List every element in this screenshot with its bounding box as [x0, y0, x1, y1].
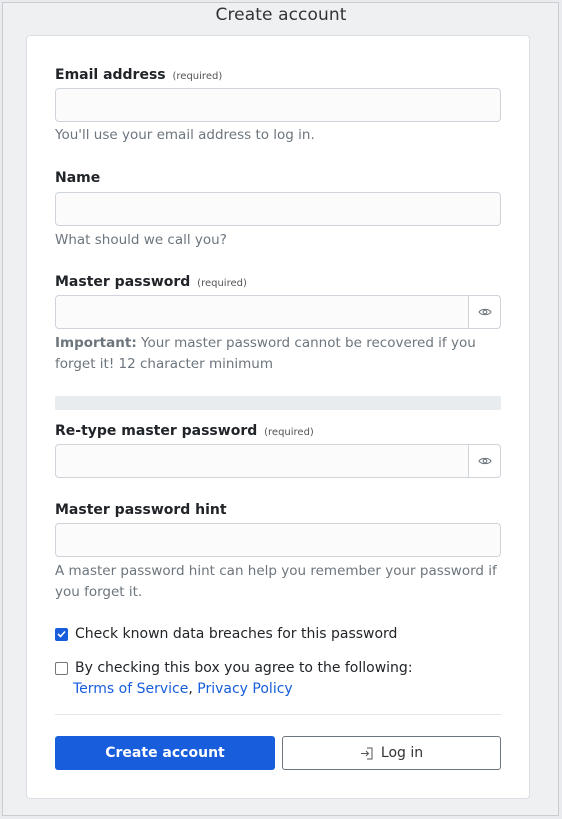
eye-icon [477, 457, 492, 465]
breach-check-row[interactable]: Check known data breaches for this passw… [55, 626, 397, 642]
retype-password-required-note: (required) [264, 427, 314, 438]
breach-check-checkbox[interactable] [55, 627, 68, 641]
master-password-label-text: Master password [55, 274, 191, 290]
master-password-required-note: (required) [197, 278, 247, 289]
email-help-text: You'll use your email address to log in. [55, 127, 315, 143]
master-password-label: Master password (required) [55, 274, 247, 290]
eye-icon [477, 308, 492, 316]
password-hint-field[interactable] [55, 523, 501, 557]
password-hint-label: Master password hint [55, 502, 227, 518]
toggle-retype-password-visibility-button[interactable] [468, 444, 501, 478]
create-account-card: Email address (required) You'll use your… [26, 35, 530, 799]
toggle-master-password-visibility-button[interactable] [468, 295, 501, 329]
email-field[interactable] [55, 88, 501, 122]
password-strength-meter [55, 396, 501, 410]
window-title: Create account [215, 5, 347, 25]
create-account-button-label: Create account [105, 745, 225, 761]
email-label: Email address (required) [55, 67, 222, 83]
terms-of-service-link[interactable]: Terms of Service [73, 681, 188, 697]
log-in-button-label: Log in [380, 745, 424, 761]
retype-password-label-text: Re-type master password [55, 423, 258, 439]
name-label-text: Name [55, 170, 101, 186]
password-hint-label-text: Master password hint [55, 502, 227, 518]
retype-password-field[interactable] [55, 444, 469, 478]
master-password-field[interactable] [55, 295, 469, 329]
password-hint-help-text: A master password hint can help you reme… [55, 563, 497, 600]
master-password-help-strong: Important: [55, 335, 137, 351]
terms-label: By checking this box you agree to the fo… [75, 660, 413, 676]
name-help-text: What should we call you? [55, 232, 227, 248]
terms-separator: , [188, 681, 193, 697]
name-label: Name [55, 170, 100, 186]
divider [55, 714, 501, 715]
terms-checkbox[interactable] [55, 661, 68, 675]
log-in-button[interactable]: Log in [282, 736, 501, 770]
master-password-help-text: Important: Your master password cannot b… [55, 333, 505, 375]
checkmark-icon [57, 630, 66, 638]
name-field[interactable] [55, 192, 501, 226]
email-label-text: Email address [55, 67, 166, 83]
create-account-button[interactable]: Create account [55, 736, 275, 770]
terms-row[interactable]: By checking this box you agree to the fo… [55, 660, 413, 676]
privacy-policy-link[interactable]: Privacy Policy [197, 681, 292, 697]
email-required-note: (required) [172, 71, 223, 82]
retype-password-label: Re-type master password (required) [55, 423, 314, 439]
sign-in-icon [360, 747, 373, 759]
breach-check-label: Check known data breaches for this passw… [75, 626, 398, 642]
terms-links: Terms of Service, Privacy Policy [73, 681, 293, 697]
